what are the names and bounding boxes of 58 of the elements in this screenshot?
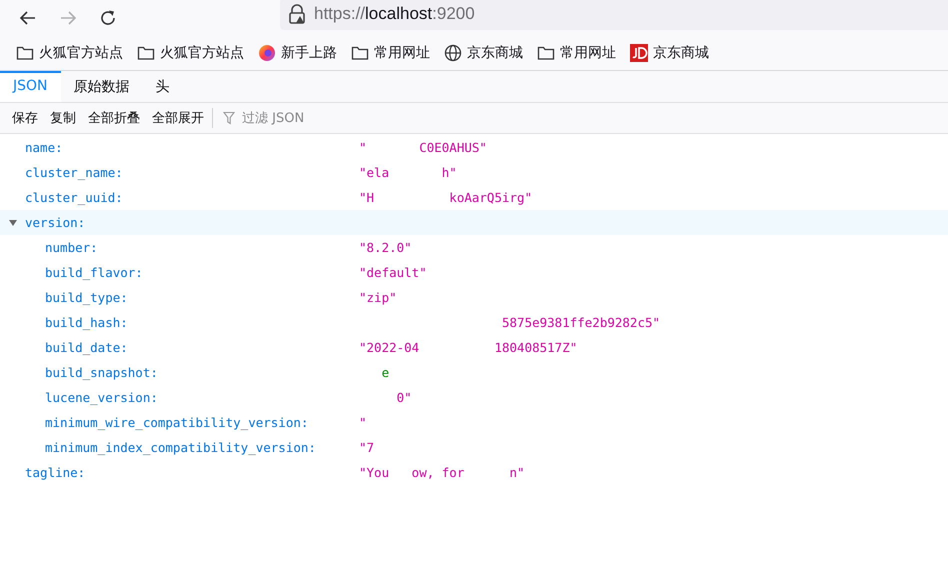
json-key: build_flavor: — [45, 265, 143, 280]
json-key: cluster_name: — [25, 165, 123, 180]
bookmark-label: 火狐官方站点 — [160, 44, 244, 62]
bookmark-label: 火狐官方站点 — [39, 44, 123, 62]
bookmark[interactable]: 京东商城 — [630, 44, 709, 62]
json-key: minimum_wire_compatibility_version: — [45, 415, 308, 430]
json-key: minimum_index_compatibility_version: — [45, 440, 316, 455]
jd-logo-icon — [630, 44, 648, 62]
tab[interactable]: JSON — [0, 71, 61, 102]
json-value: " C0E0AHUS" — [359, 140, 487, 155]
bookmark-label: 京东商城 — [467, 44, 523, 62]
json-value: 0" — [396, 390, 412, 405]
bookmark-label: 京东商城 — [653, 44, 709, 62]
bookmark-label: 常用网址 — [374, 44, 430, 62]
toolbar-button[interactable]: 全部折叠 — [82, 107, 146, 129]
json-key: build_snapshot: — [45, 365, 158, 380]
json-key: build_type: — [45, 290, 128, 305]
bookmark[interactable]: 常用网址 — [351, 44, 430, 62]
json-key: build_date: — [45, 340, 128, 355]
json-value: "You ow, for n" — [359, 465, 525, 480]
json-value: "8.2.0" — [359, 240, 412, 255]
tab[interactable]: 头 — [142, 71, 183, 102]
bookmark[interactable]: 新手上路 — [258, 44, 337, 62]
json-value: "default" — [359, 265, 427, 280]
json-key: lucene_version: — [45, 390, 158, 405]
toolbar-button[interactable]: 全部展开 — [146, 107, 210, 129]
json-key: number: — [45, 240, 98, 255]
globe-icon — [444, 44, 462, 62]
json-key: name: — [25, 140, 63, 155]
json-value: "7 — [359, 440, 374, 455]
bookmark[interactable]: 火狐官方站点 — [137, 44, 244, 62]
json-value: " — [359, 415, 367, 430]
json-value: 5875e9381ffe2b9282c5" — [500, 315, 660, 330]
bookmark-label: 常用网址 — [560, 44, 616, 62]
address-bar[interactable]: https://localhost:9200 — [280, 0, 948, 30]
toolbar-button[interactable]: 保存 — [6, 107, 44, 129]
reload-icon[interactable] — [98, 8, 118, 28]
json-value: "zip" — [359, 290, 397, 305]
bookmark[interactable]: 常用网址 — [537, 44, 616, 62]
firefox-logo-icon — [258, 44, 276, 62]
json-key: version: — [25, 215, 86, 230]
filter-icon — [223, 111, 235, 125]
expanded-triangle-icon[interactable] — [8, 218, 18, 228]
lock-warning-icon — [288, 4, 306, 24]
json-key: build_hash: — [45, 315, 128, 330]
bookmark[interactable]: 火狐官方站点 — [16, 44, 123, 62]
json-value: "2022-04 180408517Z" — [359, 340, 578, 355]
tab[interactable]: 原始数据 — [60, 71, 143, 102]
json-key: tagline: — [25, 465, 86, 480]
json-value: e — [380, 365, 390, 380]
json-key: cluster_uuid: — [25, 190, 123, 205]
filter-field[interactable]: 过滤 JSON — [240, 110, 364, 126]
bookmark-label: 新手上路 — [281, 44, 337, 62]
url-text: https://localhost:9200 — [314, 4, 475, 24]
toolbar-button[interactable]: 复制 — [44, 107, 82, 129]
json-value: "ela h" — [359, 165, 457, 180]
bookmark[interactable]: 京东商城 — [444, 44, 523, 62]
json-value: "H koAarQ5irg" — [359, 190, 532, 205]
